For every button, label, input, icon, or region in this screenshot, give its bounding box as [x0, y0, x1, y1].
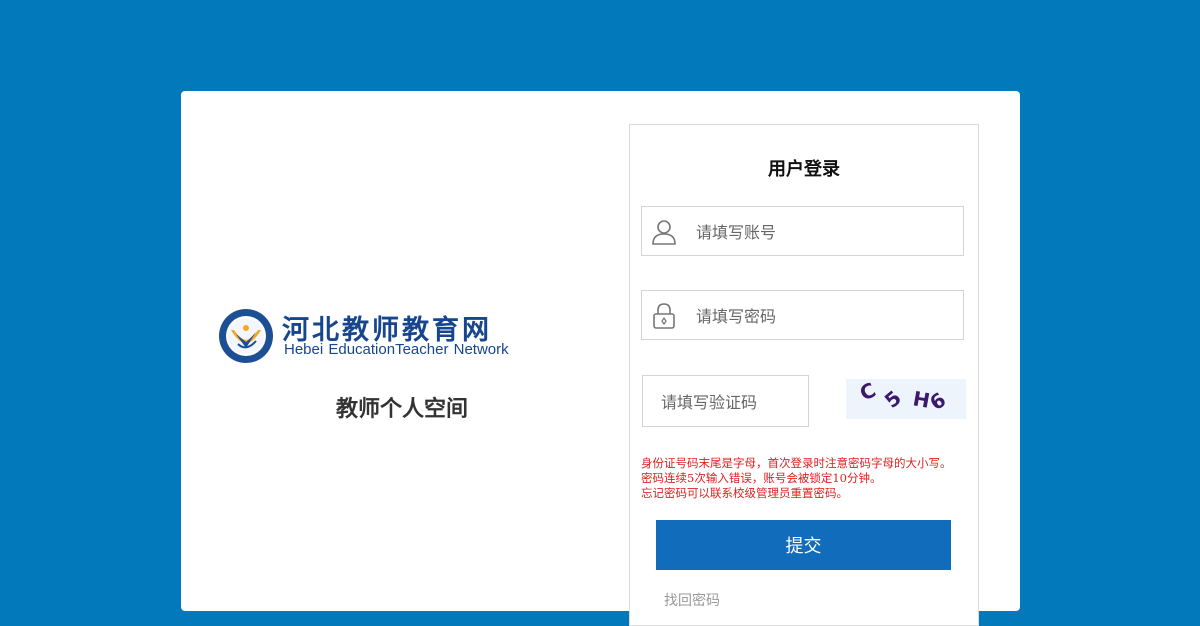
captcha-input[interactable]: [659, 376, 803, 428]
password-input[interactable]: [694, 291, 958, 341]
brand-name-en: Hebei EducationTeacher Network: [284, 341, 509, 358]
captcha-field[interactable]: [642, 375, 809, 428]
captcha-image[interactable]: C 5 H6: [846, 379, 966, 419]
notice-line: 忘记密码可以联系校级管理员重置密码。: [641, 486, 848, 500]
page-subtitle: 教师个人空间: [335, 397, 468, 422]
login-card: 河北教师教育网 Hebei EducationTeacher Network 教…: [181, 91, 1020, 626]
username-field[interactable]: [641, 206, 964, 257]
lock-icon: [653, 303, 675, 329]
login-panel: 用户登录 C5H6 身份证号码末尾是字母，首次登录时注意密码字母的大小写。: [629, 124, 979, 626]
notice-line: 身份证号码末尾是字母，首次登录时注意密码字母的大小写。: [641, 456, 952, 470]
password-field[interactable]: [641, 290, 964, 341]
user-icon: [652, 220, 676, 245]
username-input[interactable]: [694, 207, 958, 257]
login-title: 用户登录: [768, 159, 840, 180]
emblem-icon: [219, 309, 273, 363]
submit-button[interactable]: 提交: [656, 520, 951, 570]
notice-line: 密码连续5次输入错误，账号会被锁定10分钟。: [641, 471, 882, 485]
login-notice: 身份证号码末尾是字母，首次登录时注意密码字母的大小写。 密码连续5次输入错误，账…: [641, 456, 976, 501]
brand-logo: 河北教师教育网 Hebei EducationTeacher Network: [218, 306, 538, 366]
forgot-password-link[interactable]: 找回密码: [664, 590, 720, 610]
